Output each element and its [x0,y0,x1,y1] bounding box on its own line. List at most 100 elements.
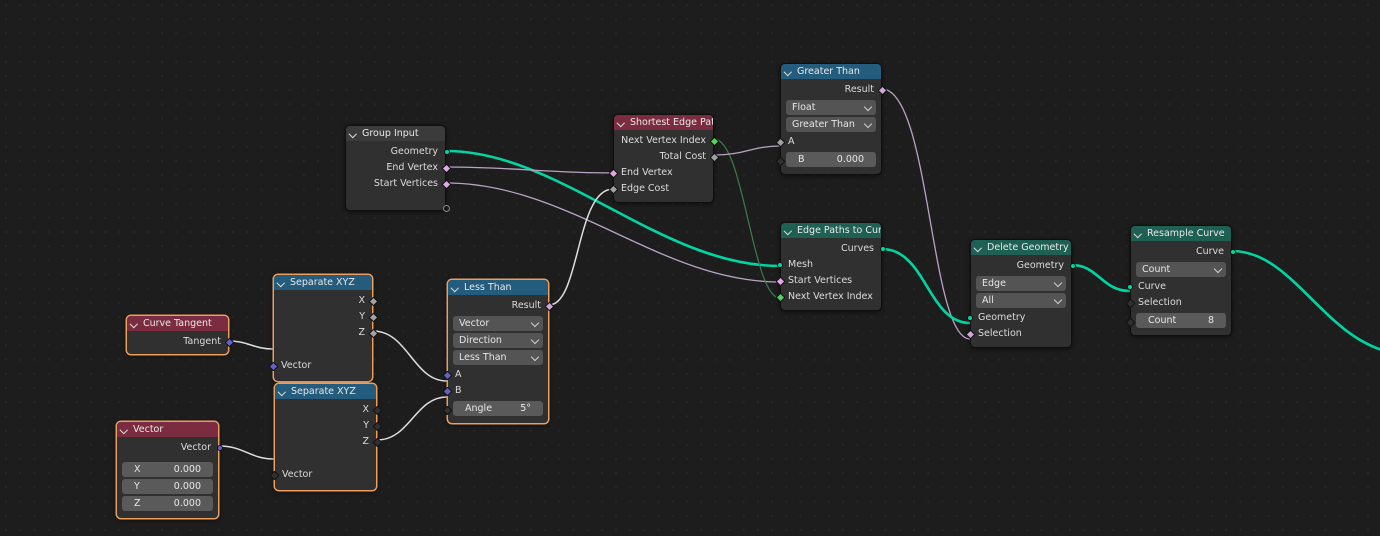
socket-curves-out[interactable] [879,246,886,252]
socket-label: Next Vertex Index [621,135,706,146]
socket-vector-in[interactable] [269,470,279,480]
socket-geometry-out[interactable] [443,149,450,155]
value-field-b[interactable]: B 0.000 [786,152,876,167]
dropdown-operation[interactable]: Less Than [453,350,543,365]
chevron-down-icon[interactable] [784,226,793,235]
node-less-than[interactable]: Less Than Result Vector Direction Less T… [442,279,554,424]
socket-result-out[interactable] [877,85,887,95]
dropdown-data-type[interactable]: Float [786,100,876,115]
node-header[interactable]: Resample Curve [1131,226,1231,241]
dropdown-compare-mode[interactable]: Direction [453,333,543,348]
node-header[interactable]: Less Than [448,280,548,295]
socket-angle-in[interactable] [442,405,452,416]
socket-z-out[interactable] [372,437,382,447]
node-edge-paths-to-curves[interactable]: Edge Paths to Curves Curves Mesh Start V… [775,222,886,311]
socket-curve-in[interactable] [1126,284,1133,290]
socket-row-a-in: A [442,367,548,383]
node-header[interactable]: Edge Paths to Curves [781,223,881,238]
socket-tangent-out[interactable] [224,337,234,347]
value-field-count[interactable]: Count 8 [1136,313,1226,328]
node-header[interactable]: Separate XYZ [275,384,376,399]
socket-geometry-in[interactable] [966,315,973,321]
node-separate-xyz-bottom[interactable]: Separate XYZ X Y Z Vector [269,383,382,491]
dropdown-mode[interactable]: All [976,293,1066,308]
chevron-down-icon[interactable] [784,67,793,76]
socket-label: Result [844,84,874,95]
socket-label: A [788,136,795,147]
socket-selection-in[interactable] [965,329,975,339]
node-header[interactable]: Group Input [346,126,445,141]
socket-label: Y [363,420,369,431]
socket-z-out[interactable] [368,328,378,338]
value-field-y[interactable]: Y 0.000 [122,479,213,494]
field-row-count: Count 8 [1125,313,1231,328]
socket-total-cost-out[interactable] [709,152,719,162]
socket-row-result-out: Result [448,298,554,314]
node-separate-xyz-top[interactable]: Separate XYZ X Y Z Vector [268,274,378,382]
link-totalcost-to-a [713,145,781,156]
socket-next-vertex-index-in[interactable] [775,292,785,302]
node-greater-than[interactable]: Greater Than Result Float Greater Than A [775,63,887,175]
chevron-down-icon[interactable] [349,129,358,138]
node-resample-curve[interactable]: Resample Curve Curve Count Curve Selecti… [1125,225,1236,336]
node-header[interactable]: Curve Tangent [127,316,228,331]
field-value: 8 [1207,315,1214,326]
socket-b-in[interactable] [442,386,452,396]
value-field-angle[interactable]: Angle 5° [453,401,543,416]
socket-selection-in[interactable] [1125,298,1135,308]
node-body: X Y Z Vector [268,290,378,381]
socket-start-vertices-in[interactable] [775,276,785,286]
node-header[interactable]: Vector [117,422,218,437]
socket-end-vertex-in[interactable] [608,168,618,178]
chevron-down-icon[interactable] [130,319,139,328]
value-field-z[interactable]: Z 0.000 [122,496,213,511]
node-curve-tangent[interactable]: Curve Tangent Tangent [126,315,234,355]
dropdown-operation[interactable]: Greater Than [786,117,876,132]
socket-b-in[interactable] [775,156,785,167]
node-header[interactable]: Separate XYZ [274,275,372,290]
socket-end-vertex-out[interactable] [441,163,451,173]
socket-y-out[interactable] [368,312,378,322]
chevron-down-icon[interactable] [974,243,983,252]
node-shortest-edge-paths[interactable]: Shortest Edge Paths Next Vertex Index To… [608,114,719,203]
socket-result-out[interactable] [544,301,554,311]
chevron-down-icon [1213,264,1223,274]
socket-row-mesh-in: Mesh [776,257,881,273]
value-field-x[interactable]: X 0.000 [122,462,213,477]
socket-start-vertices-out[interactable] [441,179,451,189]
chevron-down-icon[interactable] [451,283,460,292]
socket-a-in[interactable] [442,370,452,380]
socket-geometry-out[interactable] [1069,263,1076,269]
socket-next-vertex-index-out[interactable] [709,136,719,146]
chevron-down-icon[interactable] [120,425,129,434]
link-lessthan-to-edgecost [548,188,614,306]
dropdown-mode[interactable]: Count [1136,262,1226,277]
socket-x-out[interactable] [372,405,382,415]
socket-vector-in[interactable] [268,361,278,371]
node-header[interactable]: Delete Geometry [971,240,1071,255]
dropdown-domain[interactable]: Edge [976,276,1066,291]
socket-a-in[interactable] [775,137,785,147]
socket-curve-out[interactable] [1229,249,1236,255]
node-header[interactable]: Shortest Edge Paths [614,115,713,130]
node-group-input[interactable]: Group Input Geometry End Vertex Start Ve… [345,125,451,212]
chevron-down-icon[interactable] [278,387,287,396]
socket-x-out[interactable] [368,296,378,306]
socket-vector-out[interactable] [216,445,223,451]
field-value: 0.000 [173,464,201,475]
chevron-down-icon[interactable] [1134,229,1143,238]
dropdown-data-type[interactable]: Vector [453,316,543,331]
chevron-down-icon[interactable] [277,278,286,287]
socket-edge-cost-in[interactable] [608,184,618,194]
socket-y-out[interactable] [372,421,382,431]
socket-label: X [358,295,365,306]
socket-row-z-out: Z [274,325,378,341]
node-header[interactable]: Greater Than [781,64,881,79]
node-vector[interactable]: Vector Vector X 0.000 Y 0.000 Z 0.000 [116,421,223,519]
chevron-down-icon[interactable] [617,118,626,127]
node-delete-geometry[interactable]: Delete Geometry Geometry Edge All Geomet… [965,239,1076,348]
socket-mesh-in[interactable] [776,262,783,268]
socket-count-in[interactable] [1125,317,1135,328]
node-editor-canvas[interactable]: Group Input Geometry End Vertex Start Ve… [0,0,1380,536]
socket-virtual-out[interactable] [442,205,450,212]
